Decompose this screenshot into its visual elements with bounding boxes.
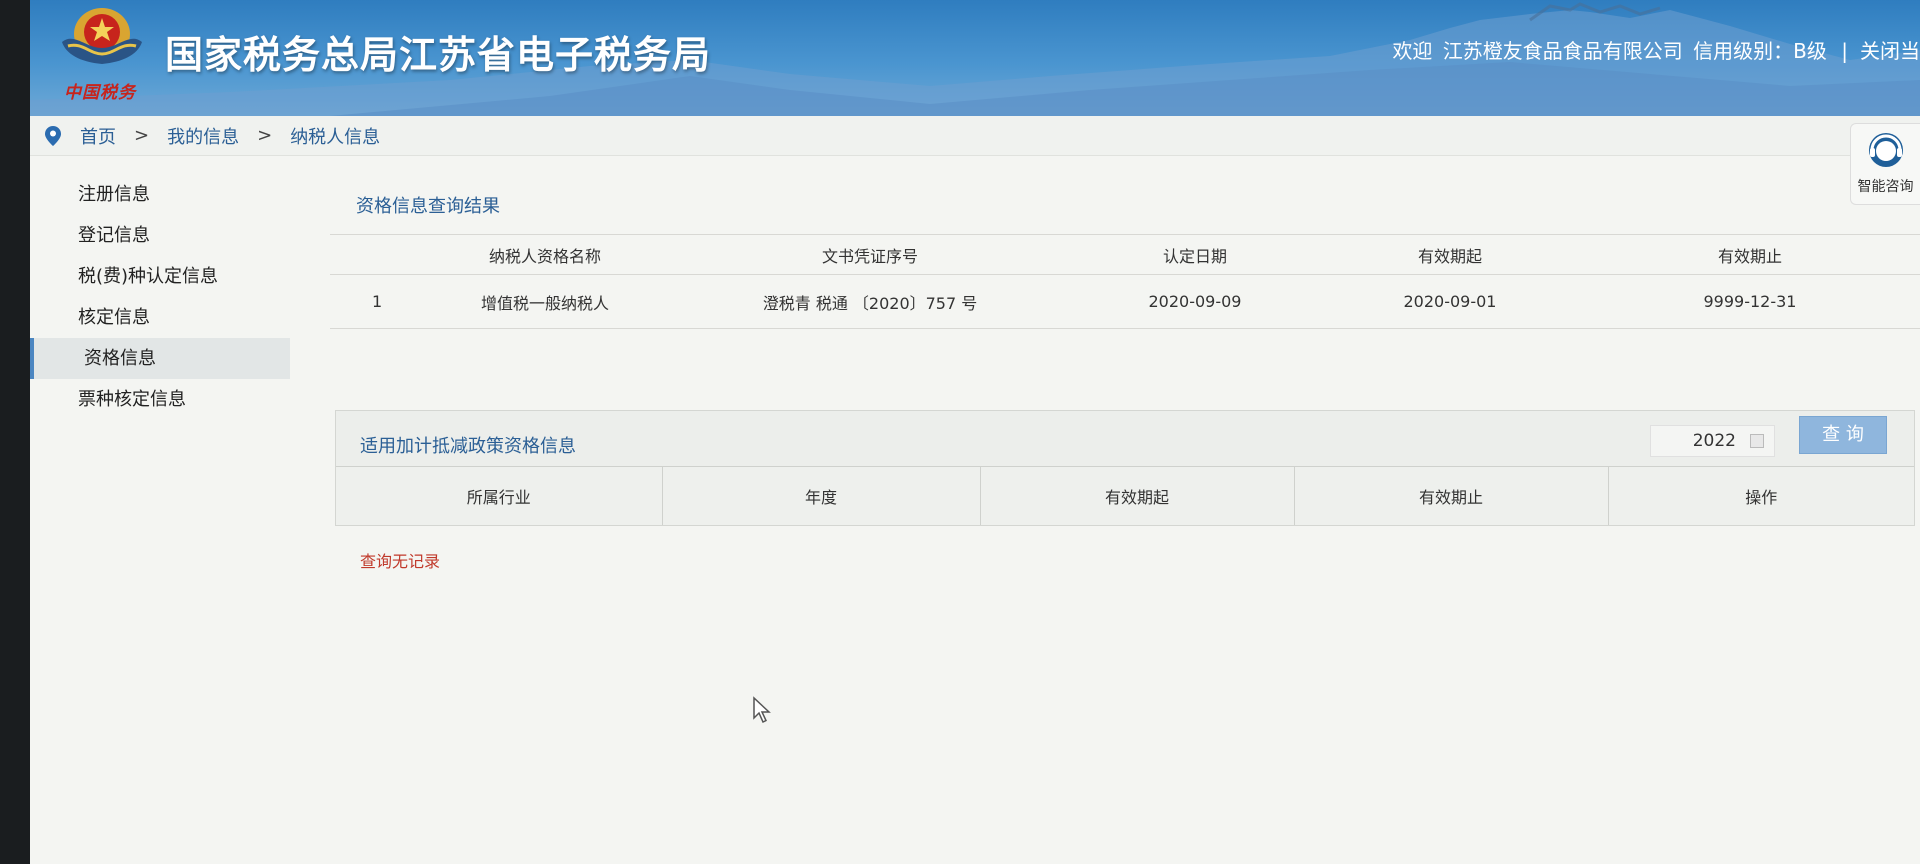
divider: | [1841,39,1848,63]
result-section-title: 资格信息查询结果 [356,196,500,217]
year-value: 2022 [1692,431,1736,451]
policy-table: 所属行业 年度 有效期起 有效期止 操作 [336,466,1914,525]
location-pin-icon [45,125,61,146]
cell-valid-to: 9999-12-31 [1580,274,1920,329]
breadcrumb-separator: > [134,125,150,146]
col-document-number: 文书凭证序号 [670,234,1070,275]
brand-script-logo: 中国税务 [64,83,136,103]
qualification-result-table: 纳税人资格名称 文书凭证序号 认定日期 有效期起 有效期止 1 增值税一般纳税人… [330,234,1920,329]
col-year: 年度 [661,466,980,525]
table-header-row: 所属行业 年度 有效期起 有效期止 操作 [336,466,1914,525]
sidebar-item-assessment[interactable]: 核定信息 [30,297,290,338]
breadcrumb-my-info[interactable]: 我的信息 [167,123,239,149]
cell-valid-from: 2020-09-01 [1320,274,1580,329]
breadcrumb-home[interactable]: 首页 [80,123,116,149]
col-operation: 操作 [1607,466,1914,525]
cell-index: 1 [330,274,420,329]
smart-consult-button[interactable]: 智能咨询 [1850,123,1920,205]
year-picker[interactable]: 2022 [1650,425,1775,457]
national-emblem-icon [62,8,142,64]
empty-result-message: 查询无记录 [360,552,441,571]
col-valid-from: 有效期起 [1320,234,1580,275]
query-button[interactable]: 查 询 [1799,416,1887,454]
site-title: 国家税务总局江苏省电子税务局 [165,33,712,77]
col-valid-to: 有效期止 [1293,466,1608,525]
breadcrumb-current: 纳税人信息 [290,126,381,148]
company-name: 江苏橙友食品食品有限公司 [1442,39,1683,63]
col-qualification-name: 纳税人资格名称 [420,234,670,275]
sidebar-item-invoice-type[interactable]: 票种核定信息 [30,379,290,420]
sidebar-item-tax-type[interactable]: 税(费)种认定信息 [30,256,290,297]
browser-screen: 中国税务 国家税务总局江苏省电子税务局 欢迎 江苏橙友食品食品有限公司 信用级别… [30,0,1920,864]
sidebar-item-qualification[interactable]: 资格信息 [30,338,290,379]
sidebar-item-record[interactable]: 登记信息 [30,215,290,256]
col-valid-to: 有效期止 [1580,234,1920,275]
site-header: 中国税务 国家税务总局江苏省电子税务局 欢迎 江苏橙友食品食品有限公司 信用级别… [30,0,1920,116]
col-industry: 所属行业 [336,466,662,525]
policy-section-title: 适用加计抵减政策资格信息 [360,436,576,457]
sidebar-item-registration[interactable]: 注册信息 [30,174,290,215]
col-recognition-date: 认定日期 [1070,234,1320,275]
cell-qualification-name: 增值税一般纳税人 [420,274,670,329]
cell-recognition-date: 2020-09-09 [1070,274,1320,329]
col-index [330,234,420,275]
credit-level: 信用级别：B级 [1693,39,1827,63]
col-valid-from: 有效期起 [979,466,1294,525]
close-link[interactable]: 关闭当 [1860,39,1920,63]
consult-label: 智能咨询 [1857,179,1914,195]
welcome-text: 欢迎 [1392,39,1433,63]
table-header-row: 纳税人资格名称 文书凭证序号 认定日期 有效期起 有效期止 [330,234,1920,275]
breadcrumb-separator: > [257,125,273,146]
table-row: 1 增值税一般纳税人 澄税青 税通 〔2020〕757 号 2020-09-09… [330,274,1920,329]
user-bar: 欢迎 江苏橙友食品食品有限公司 信用级别：B级 | 关闭当 [1388,35,1920,64]
breadcrumb: 首页 > 我的信息 > 纳税人信息 [30,116,1920,156]
headset-icon [1868,133,1903,167]
sidebar: 注册信息 登记信息 税(费)种认定信息 核定信息 资格信息 票种核定信息 [30,174,290,420]
cell-document-number: 澄税青 税通 〔2020〕757 号 [670,274,1070,329]
mouse-cursor-icon [753,696,771,724]
calendar-icon[interactable] [1750,434,1764,448]
